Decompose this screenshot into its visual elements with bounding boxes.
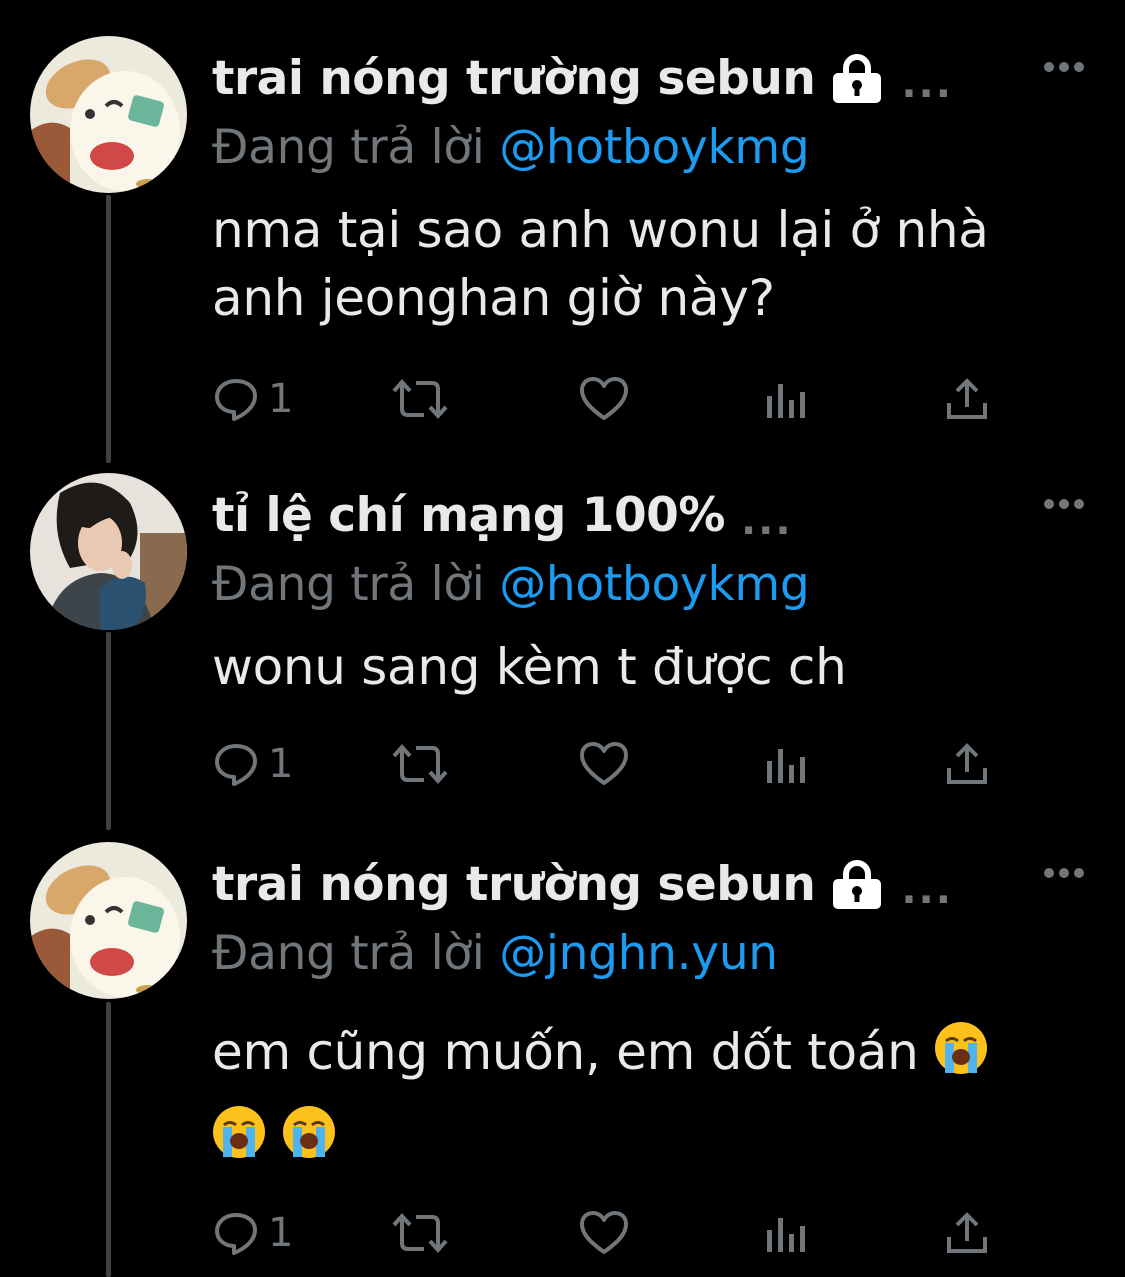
retweet-button[interactable] <box>392 739 448 789</box>
tweet-text: wonu sang kèm t được ch <box>212 633 1072 701</box>
tweet[interactable]: trai nóng trường sebun ... Đang trả lời … <box>0 842 1125 1277</box>
tweet[interactable]: trai nóng trường sebun ... Đang trả lời … <box>0 36 1125 436</box>
replying-to: Đang trả lời @hotboykmg <box>212 120 810 175</box>
tweet-text: nma tại sao anh wonu lại ở nhà anh jeong… <box>212 196 1072 332</box>
display-name[interactable]: tỉ lệ chí mạng 100% <box>212 488 725 543</box>
reply-icon <box>215 744 257 786</box>
cartoon-dog-avatar-image <box>30 842 187 999</box>
tweet-text-line: em cũng muốn, em dốt toán <box>212 1023 919 1081</box>
analytics-icon <box>767 384 805 418</box>
tweet-header: trai nóng trường sebun ... <box>212 42 953 114</box>
tweet-header: tỉ lệ chí mạng 100% ... <box>212 479 793 551</box>
like-button[interactable] <box>579 739 629 789</box>
heart-icon <box>580 742 628 785</box>
more-options-icon[interactable] <box>1043 60 1085 74</box>
tweet-header: trai nóng trường sebun ... <box>212 848 953 920</box>
person-photo-avatar-image <box>30 473 187 630</box>
reply-handle-link[interactable]: @hotboykmg <box>499 120 810 175</box>
lock-icon <box>829 53 885 103</box>
reply-handle-link[interactable]: @jnghn.yun <box>499 926 778 981</box>
more-options-icon[interactable] <box>1043 497 1085 511</box>
retweet-button[interactable] <box>392 374 448 424</box>
reply-handle-link[interactable]: @hotboykmg <box>499 557 810 612</box>
share-icon <box>947 1212 987 1253</box>
retweet-button[interactable] <box>392 1208 448 1258</box>
reply-button[interactable]: 1 <box>212 739 293 789</box>
share-button[interactable] <box>945 739 989 789</box>
avatar[interactable] <box>30 842 187 999</box>
share-button[interactable] <box>945 374 989 424</box>
views-button[interactable] <box>765 374 807 424</box>
share-icon <box>947 743 987 784</box>
loudly-crying-face-icon <box>935 1022 988 1074</box>
heart-icon <box>580 377 628 420</box>
share-icon <box>947 378 987 419</box>
avatar[interactable] <box>30 36 187 193</box>
display-name[interactable]: trai nóng trường sebun <box>212 857 816 912</box>
action-bar: 1 <box>212 1208 1012 1258</box>
tweet-text-line: anh jeonghan giờ này? <box>212 269 775 327</box>
views-button[interactable] <box>765 739 807 789</box>
loudly-crying-face-icon <box>282 1106 335 1158</box>
tweet-text-line: nma tại sao anh wonu lại ở nhà <box>212 201 989 259</box>
avatar[interactable] <box>30 473 187 630</box>
cartoon-dog-avatar-image <box>30 36 187 193</box>
reply-button[interactable]: 1 <box>212 374 293 424</box>
replying-to: Đang trả lời @jnghn.yun <box>212 926 778 981</box>
display-name[interactable]: trai nóng trường sebun <box>212 51 816 106</box>
reply-count: 1 <box>268 376 294 422</box>
loudly-crying-face-icon <box>213 1106 265 1158</box>
views-button[interactable] <box>765 1208 807 1258</box>
lock-icon <box>829 859 885 909</box>
retweet-icon <box>392 1212 448 1254</box>
reply-icon <box>215 379 257 421</box>
name-truncation: ... <box>901 61 953 107</box>
replying-to-label: Đang trả lời <box>212 926 500 981</box>
reply-count: 1 <box>268 741 294 787</box>
name-truncation: ... <box>901 867 953 913</box>
reply-count: 1 <box>268 1210 294 1256</box>
tweet[interactable]: tỉ lệ chí mạng 100% ... Đang trả lời @ho… <box>0 473 1125 803</box>
retweet-icon <box>392 378 448 420</box>
replying-to-label: Đang trả lời <box>212 120 500 175</box>
action-bar: 1 <box>212 374 1012 424</box>
replying-to-label: Đang trả lời <box>212 557 500 612</box>
analytics-icon <box>767 1218 805 1252</box>
retweet-icon <box>392 743 448 785</box>
tweet-text: em cũng muốn, em dốt toán <box>212 1010 1072 1178</box>
name-truncation: ... <box>740 498 793 544</box>
analytics-icon <box>767 749 805 783</box>
reply-icon <box>215 1213 257 1255</box>
share-button[interactable] <box>945 1208 989 1258</box>
replying-to: Đang trả lời @hotboykmg <box>212 557 810 612</box>
reply-button[interactable]: 1 <box>212 1208 293 1258</box>
tweet-thread: trai nóng trường sebun ... Đang trả lời … <box>0 0 1125 1277</box>
like-button[interactable] <box>579 1208 629 1258</box>
heart-icon <box>580 1211 628 1254</box>
action-bar: 1 <box>212 739 1012 789</box>
tweet-text-line: wonu sang kèm t được ch <box>212 638 847 696</box>
more-options-icon[interactable] <box>1043 866 1085 880</box>
like-button[interactable] <box>579 374 629 424</box>
